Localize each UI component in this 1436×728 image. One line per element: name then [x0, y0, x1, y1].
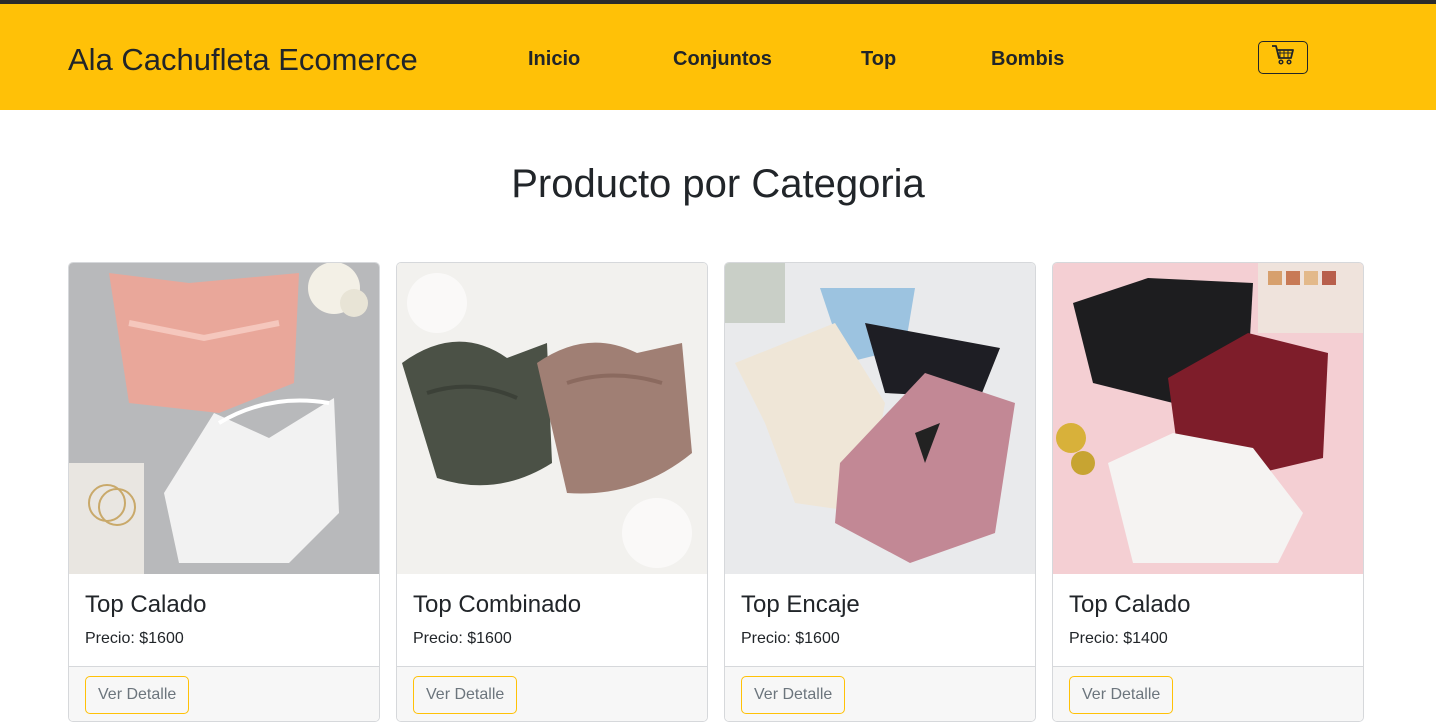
ver-detalle-button[interactable]: Ver Detalle — [413, 676, 518, 714]
ver-detalle-button[interactable]: Ver Detalle — [85, 676, 190, 714]
nav-link-inicio[interactable]: Inicio — [528, 48, 580, 71]
product-image[interactable] — [69, 263, 379, 574]
product-card: Top Encaje Precio: $1600 Ver Detalle — [724, 262, 1036, 722]
cart-button[interactable] — [1258, 41, 1308, 74]
card-footer: Ver Detalle — [725, 666, 1035, 721]
product-card: Top Calado Precio: $1600 Ver Detalle — [68, 262, 380, 722]
page-title: Producto por Categoria — [511, 162, 925, 206]
card-footer: Ver Detalle — [69, 666, 379, 721]
product-price: Precio: $1400 — [1069, 630, 1168, 647]
product-price: Precio: $1600 — [85, 630, 184, 647]
product-price: Precio: $1600 — [413, 630, 512, 647]
navbar: Ala Cachufleta Ecomerce Inicio Conjuntos… — [0, 4, 1436, 110]
product-title: Top Calado — [1069, 591, 1191, 618]
ver-detalle-button[interactable]: Ver Detalle — [741, 676, 846, 714]
product-image[interactable] — [397, 263, 707, 574]
product-price: Precio: $1600 — [741, 630, 840, 647]
product-card: Top Calado Precio: $1400 Ver Detalle — [1052, 262, 1364, 722]
nav-link-conjuntos[interactable]: Conjuntos — [673, 48, 772, 71]
nav-link-top[interactable]: Top — [861, 48, 896, 71]
ver-detalle-button[interactable]: Ver Detalle — [1069, 676, 1174, 714]
cart-icon — [1271, 44, 1295, 71]
card-footer: Ver Detalle — [1053, 666, 1363, 721]
product-image[interactable] — [1053, 263, 1363, 574]
product-title: Top Encaje — [741, 591, 860, 618]
product-card: Top Combinado Precio: $1600 Ver Detalle — [396, 262, 708, 722]
product-title: Top Calado — [85, 591, 207, 618]
nav-link-bombis[interactable]: Bombis — [991, 48, 1064, 71]
brand-link[interactable]: Ala Cachufleta Ecomerce — [68, 42, 418, 78]
product-image[interactable] — [725, 263, 1035, 574]
card-footer: Ver Detalle — [397, 666, 707, 721]
product-title: Top Combinado — [413, 591, 582, 618]
